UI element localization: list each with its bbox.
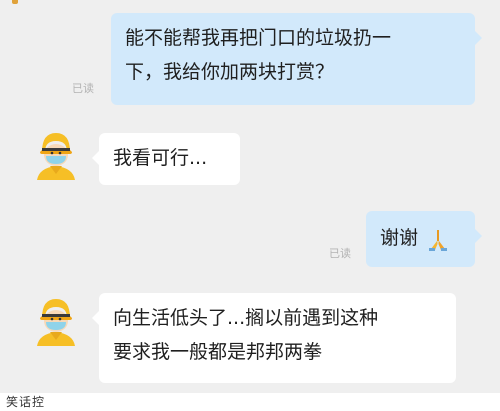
read-receipt-2: 已读: [329, 247, 351, 260]
watermark-label: 笑话控: [6, 395, 46, 409]
message-4-line-1: 向生活低头了...搁以前遇到这种: [113, 307, 379, 329]
message-1-line-1: 能不能帮我再把门口的垃圾扔一: [125, 27, 392, 49]
chat-area: 能不能帮我再把门口的垃圾扔一 下，我给你加两块打赏？ 已读 我看可行... 谢谢…: [0, 0, 500, 393]
message-3-text: 谢谢: [380, 227, 419, 249]
outgoing-message-2[interactable]: 谢谢: [366, 211, 482, 267]
message-1-line-2: 下，我给你加两块打赏？: [125, 61, 335, 83]
courier-avatar-icon[interactable]: [33, 128, 79, 180]
top-left-fragment: [12, 0, 18, 4]
read-receipt-1: 已读: [72, 82, 94, 95]
incoming-message-2[interactable]: 向生活低头了...搁以前遇到这种 要求我一般都是邦邦两拳: [92, 293, 456, 383]
message-2-text: 我看可行...: [113, 147, 208, 169]
praying-hands-emoji-icon: [429, 229, 448, 251]
incoming-message-1[interactable]: 我看可行...: [92, 133, 240, 185]
message-4-line-2: 要求我一般都是邦邦两拳: [113, 341, 323, 363]
outgoing-message-1[interactable]: 能不能帮我再把门口的垃圾扔一 下，我给你加两块打赏？: [111, 13, 482, 105]
top-status-strip: [0, 0, 500, 6]
courier-avatar-icon[interactable]: [33, 294, 79, 346]
